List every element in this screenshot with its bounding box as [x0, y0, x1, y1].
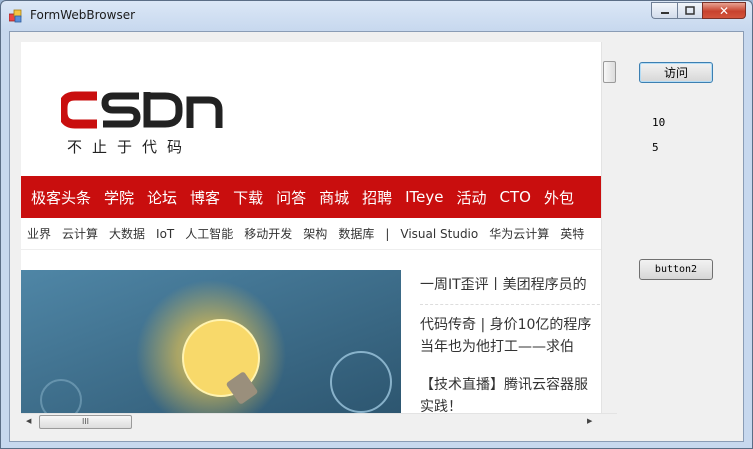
lightbulb-illustration: [21, 270, 401, 413]
caption-buttons: ✕: [651, 2, 746, 20]
vertical-scrollbar[interactable]: [601, 42, 617, 413]
main-nav: 极客头条 学院 论坛 博客 下载 问答 商城 招聘 ITeye 活动 CTO 外…: [21, 176, 601, 218]
horizontal-scroll-thumb[interactable]: III: [39, 415, 132, 429]
window-title: FormWebBrowser: [30, 8, 136, 22]
minimize-icon: [660, 11, 669, 14]
logo-slogan: 不止于代码: [67, 138, 193, 156]
nav-item[interactable]: ITeye: [405, 188, 443, 206]
close-icon: ✕: [718, 3, 730, 18]
nav-item[interactable]: 博客: [190, 187, 220, 208]
subnav-item[interactable]: 架构: [303, 225, 327, 242]
web-page: 不止于代码 极客头条 学院 论坛 博客 下载 问答 商城 招聘 ITeye 活动…: [21, 42, 601, 413]
headline-link[interactable]: 【技术直播】腾讯云容器服 实践！: [420, 374, 588, 413]
maximize-icon: [685, 6, 695, 15]
button2[interactable]: button2: [639, 259, 713, 280]
nav-item[interactable]: 下载: [233, 187, 263, 208]
subnav-item[interactable]: IoT: [156, 227, 174, 241]
label-value-2: 5: [652, 141, 659, 154]
subnav-item[interactable]: 云计算: [62, 225, 98, 242]
sub-nav: 业界 云计算 大数据 IoT 人工智能 移动开发 架构 数据库 | Visual…: [21, 218, 601, 250]
nav-item[interactable]: 活动: [457, 187, 487, 208]
nav-item[interactable]: 学院: [104, 187, 134, 208]
app-icon: [9, 9, 22, 23]
subnav-separator: |: [385, 226, 390, 241]
horizontal-scrollbar[interactable]: ◀ III ▶: [21, 413, 617, 430]
subnav-item[interactable]: Visual Studio: [400, 227, 478, 241]
maximize-button[interactable]: [677, 2, 702, 19]
headline-link[interactable]: 一周IT歪评丨美团程序员的: [420, 274, 587, 296]
app-window: FormWebBrowser ✕ 不止于代码 极客头条 学院 论坛 博客 下载 …: [0, 0, 753, 449]
subnav-item[interactable]: 华为云计算: [489, 225, 549, 242]
csdn-logo-mark: [61, 91, 223, 129]
nav-item[interactable]: 商城: [319, 187, 349, 208]
minimize-button[interactable]: [651, 2, 677, 19]
csdn-logo[interactable]: 不止于代码: [61, 90, 231, 160]
subnav-item[interactable]: 移动开发: [244, 225, 292, 242]
subnav-item[interactable]: 数据库: [338, 225, 374, 242]
subnav-item[interactable]: 人工智能: [185, 225, 233, 242]
visit-button[interactable]: 访问: [639, 62, 713, 83]
scroll-left-icon[interactable]: ◀: [26, 417, 31, 425]
close-button[interactable]: ✕: [702, 2, 746, 19]
headline-link[interactable]: 代码传奇 | 身价10亿的程序 当年也为他打工——求伯: [420, 314, 591, 358]
nav-item[interactable]: 论坛: [147, 187, 177, 208]
subnav-item[interactable]: 英特: [560, 225, 584, 242]
nav-item[interactable]: 外包: [544, 187, 574, 208]
vertical-scroll-thumb[interactable]: [603, 61, 616, 83]
nav-item[interactable]: CTO: [500, 188, 531, 206]
scroll-right-icon[interactable]: ▶: [587, 417, 592, 425]
title-bar[interactable]: FormWebBrowser ✕: [1, 1, 752, 31]
form-client-area: 不止于代码 极客头条 学院 论坛 博客 下载 问答 商城 招聘 ITeye 活动…: [9, 31, 744, 442]
nav-item[interactable]: 问答: [276, 187, 306, 208]
nav-item[interactable]: 招聘: [362, 187, 392, 208]
web-browser-control[interactable]: 不止于代码 极客头条 学院 论坛 博客 下载 问答 商城 招聘 ITeye 活动…: [21, 42, 617, 430]
nav-item[interactable]: 极客头条: [31, 187, 91, 208]
subnav-item[interactable]: 大数据: [109, 225, 145, 242]
hero-image[interactable]: [21, 270, 401, 413]
divider: [420, 304, 601, 305]
subnav-item[interactable]: 业界: [27, 225, 51, 242]
label-value-1: 10: [652, 116, 666, 129]
